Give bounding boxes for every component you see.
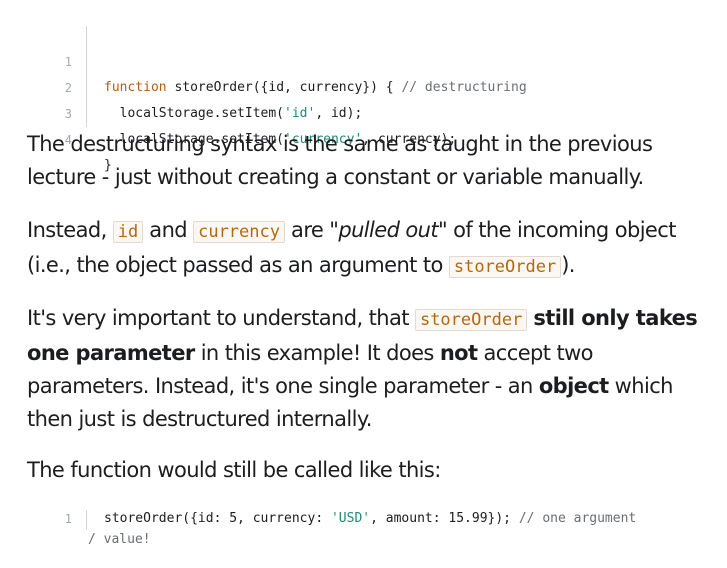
- italic-quote: "pulled out": [329, 218, 448, 242]
- code-block-2: 1 storeOrder({id: 5, currency: 'USD', am…: [0, 507, 727, 553]
- paragraph-pulled-out: Instead, id and currency are "pulled out…: [27, 218, 676, 278]
- code-args: , amount: 15.99});: [370, 511, 519, 526]
- code-line-3: 3 localStorage.setItem('currency', curre…: [0, 75, 727, 147]
- line-number: 1: [64, 512, 72, 526]
- code-line-4: 4 }: [0, 101, 727, 173]
- code-line-1: 1 function storeOrder({id, currency}) { …: [0, 23, 727, 95]
- inline-code-currency: currency: [193, 221, 285, 243]
- code-call: storeOrder({id: 5, currency:: [104, 511, 331, 526]
- code-block-1: 1 function storeOrder({id, currency}) { …: [0, 23, 727, 173]
- bold-not: not: [439, 341, 478, 365]
- inline-code-storeorder: storeOrder: [414, 309, 528, 331]
- code-comment-wrapped: / value!: [88, 532, 151, 547]
- line-number-gutter-border: [86, 510, 87, 530]
- inline-code-id: id: [112, 221, 144, 243]
- bold-object: object: [538, 374, 609, 398]
- code-line-2: 2 localStorage.setItem('id', id);: [0, 49, 727, 121]
- string-literal: 'USD': [330, 511, 371, 526]
- code-comment: // one argument: [518, 511, 637, 526]
- paragraph-one-parameter: It's very important to understand, that …: [27, 306, 698, 431]
- paragraph-called-like-this: The function would still be called like …: [27, 458, 441, 482]
- inline-code-storeorder: storeOrder: [448, 256, 562, 278]
- paragraph-destructuring-syntax: The destructuring syntax is the same as …: [27, 132, 653, 189]
